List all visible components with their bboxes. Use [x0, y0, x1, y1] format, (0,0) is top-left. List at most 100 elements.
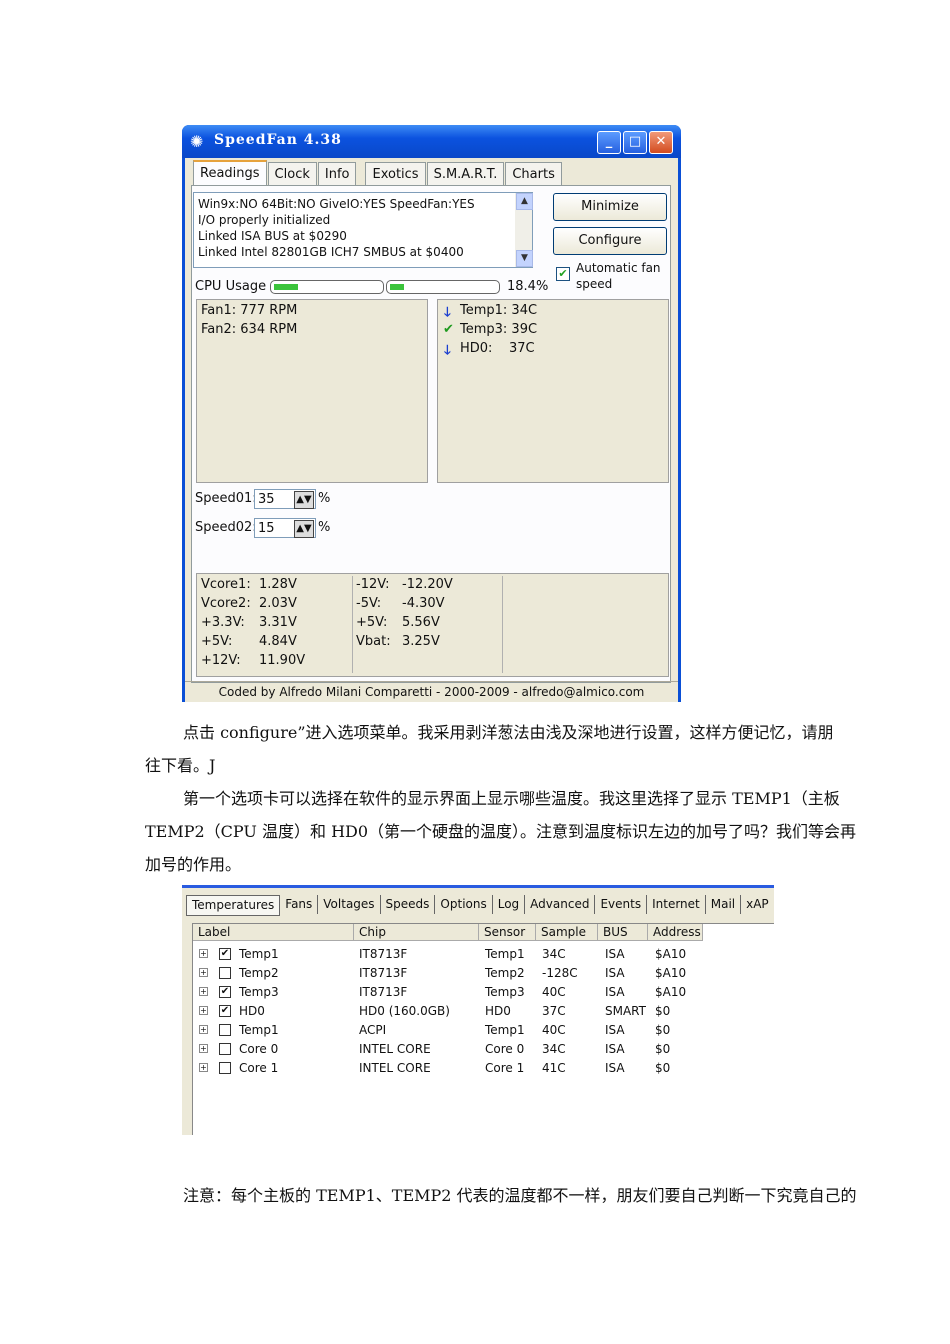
row-label: Core 0 — [239, 1042, 279, 1056]
scroll-up-icon[interactable]: ▲ — [516, 193, 533, 210]
expand-icon[interactable]: + — [199, 1006, 208, 1015]
config-tab-strip: Temperatures Fans Voltages Speeds Options Log… — [186, 895, 774, 916]
speed02-value: 15 — [258, 521, 275, 536]
text-line: 点击 configure”进入选项菜单。我采用剥洋葱法由浅及深地进行设置，这样方… — [183, 723, 834, 742]
column-header-address[interactable]: Address — [648, 924, 703, 941]
voltage-label: Vcore1: — [201, 577, 251, 592]
config-tab-options[interactable]: Options — [435, 895, 493, 914]
expand-icon[interactable]: + — [199, 1025, 208, 1034]
row-address: $0 — [655, 1042, 671, 1056]
maximize-window-button[interactable]: □ — [623, 131, 647, 154]
log-scrollbar[interactable]: ▲ ▼ — [515, 193, 533, 267]
row-chip: IT8713F — [359, 947, 408, 961]
cpu-usage-bar-1 — [270, 280, 384, 294]
temp-reading: HD0: 37C — [460, 341, 535, 356]
config-tab-internet[interactable]: Internet — [647, 895, 706, 914]
tab-charts[interactable]: Charts — [505, 162, 562, 186]
row-label: Temp3 — [239, 985, 279, 999]
show-checkbox[interactable] — [219, 1024, 231, 1036]
fan-icon: ✺ — [190, 132, 204, 151]
row-address: $0 — [655, 1023, 671, 1037]
tab-exotics[interactable]: Exotics — [365, 162, 426, 186]
speed02-label: Speed02: — [195, 520, 257, 535]
show-checkbox[interactable]: ✔ — [219, 986, 231, 998]
config-tab-xap[interactable]: xAP — [741, 895, 774, 914]
row-bus: SMART — [605, 1004, 646, 1018]
show-checkbox[interactable] — [219, 1043, 231, 1055]
temp-reading: Temp3: 39C — [460, 322, 538, 337]
config-tab-fans[interactable]: Fans — [280, 895, 319, 914]
expand-icon[interactable]: + — [199, 987, 208, 996]
row-sensor: Core 0 — [485, 1042, 525, 1056]
voltage-value: 3.25V — [402, 634, 440, 649]
config-tab-temperatures[interactable]: Temperatures — [186, 895, 281, 916]
speed01-stepper[interactable]: 35 ▲▼ — [254, 489, 316, 509]
column-header-chip[interactable]: Chip — [354, 924, 479, 941]
percent-sign: % — [318, 491, 331, 506]
scroll-down-icon[interactable]: ▼ — [516, 250, 533, 267]
expand-icon[interactable]: + — [199, 1044, 208, 1053]
show-checkbox[interactable] — [219, 1062, 231, 1074]
tab-clock[interactable]: Clock — [267, 162, 317, 186]
column-header-label[interactable]: Label — [193, 924, 354, 941]
stepper-arrows-icon[interactable]: ▲▼ — [294, 491, 314, 509]
minimize-window-button[interactable]: _ — [597, 131, 621, 154]
row-address: $A10 — [655, 966, 687, 980]
voltage-value: 5.56V — [402, 615, 440, 630]
percent-sign: % — [318, 520, 331, 535]
checkmark-icon: ✔ — [443, 322, 454, 337]
voltage-value: 3.31V — [259, 615, 297, 630]
config-tab-log[interactable]: Log — [493, 895, 526, 914]
table-row[interactable]: + ✔ HD0 HD0 (160.0GB) HD0 37C SMART $0 — [193, 1002, 774, 1020]
column-header-sensor[interactable]: Sensor — [479, 924, 536, 941]
tab-info[interactable]: Info — [317, 162, 357, 186]
auto-fan-checkbox[interactable]: ✔ — [556, 267, 570, 281]
stepper-arrows-icon[interactable]: ▲▼ — [294, 520, 314, 538]
log-line: I/O properly initialized — [198, 213, 331, 227]
configure-button[interactable]: Configure — [553, 227, 667, 255]
log-line: Linked Intel 82801GB ICH7 SMBUS at $0400 — [198, 245, 464, 259]
speed02-stepper[interactable]: 15 ▲▼ — [254, 518, 316, 538]
tab-smart[interactable]: S.M.A.R.T. — [426, 162, 505, 186]
voltage-value: 4.84V — [259, 634, 297, 649]
table-row[interactable]: + Temp2 IT8713F Temp2 -128C ISA $A10 — [193, 964, 774, 982]
paragraph-2-line-3: 加号的作用。 — [145, 855, 242, 874]
row-chip: INTEL CORE — [359, 1061, 431, 1075]
voltage-label: -12V: — [356, 577, 390, 592]
config-tab-voltages[interactable]: Voltages — [318, 895, 381, 914]
cpu-usage-value: 18.4% — [507, 279, 549, 294]
table-row[interactable]: + Core 0 INTEL CORE Core 0 34C ISA $0 — [193, 1040, 774, 1058]
column-header-sample[interactable]: Sample — [536, 924, 598, 941]
show-checkbox[interactable]: ✔ — [219, 1005, 231, 1017]
cpu-usage-fill — [390, 284, 404, 290]
row-sensor: Temp1 — [485, 1023, 525, 1037]
show-checkbox[interactable]: ✔ — [219, 948, 231, 960]
column-header-bus[interactable]: BUS — [598, 924, 648, 941]
minimize-button[interactable]: Minimize — [553, 193, 667, 221]
table-row[interactable]: + ✔ Temp1 IT8713F Temp1 34C ISA $A10 — [193, 945, 774, 963]
voltage-label: Vbat: — [356, 634, 391, 649]
title-bar[interactable]: ✺ SpeedFan 4.38 _ □ ✕ — [182, 125, 681, 158]
config-tab-mail[interactable]: Mail — [706, 895, 742, 914]
row-bus: ISA — [605, 1061, 625, 1075]
expand-icon[interactable]: + — [199, 968, 208, 977]
expand-icon[interactable]: + — [199, 1063, 208, 1072]
text-line: 第一个选项卡可以选择在软件的显示界面上显示哪些温度。我这里选择了显示 TEMP1… — [183, 789, 840, 808]
tab-readings[interactable]: Readings — [193, 160, 267, 188]
config-tab-advanced[interactable]: Advanced — [525, 895, 596, 914]
config-tab-speeds[interactable]: Speeds — [381, 895, 436, 914]
table-row[interactable]: + Core 1 INTEL CORE Core 1 41C ISA $0 — [193, 1059, 774, 1077]
fans-box: Fan1: 777 RPM Fan2: 634 RPM — [196, 299, 428, 483]
expand-icon[interactable]: + — [199, 949, 208, 958]
show-checkbox[interactable] — [219, 967, 231, 979]
config-tab-events[interactable]: Events — [595, 895, 648, 914]
table-row[interactable]: + ✔ Temp3 IT8713F Temp3 40C ISA $A10 — [193, 983, 774, 1001]
row-bus: ISA — [605, 966, 625, 980]
close-window-button[interactable]: ✕ — [649, 131, 673, 154]
paragraph-1-line-2: 往下看。J — [145, 756, 216, 775]
log-box[interactable]: Win9x:NO 64Bit:NO GiveIO:YES SpeedFan:YE… — [193, 192, 533, 268]
row-chip: IT8713F — [359, 985, 408, 999]
table-row[interactable]: + Temp1 ACPI Temp1 40C ISA $0 — [193, 1021, 774, 1039]
row-bus: ISA — [605, 985, 625, 999]
log-line: Win9x:NO 64Bit:NO GiveIO:YES SpeedFan:YE… — [198, 197, 475, 211]
